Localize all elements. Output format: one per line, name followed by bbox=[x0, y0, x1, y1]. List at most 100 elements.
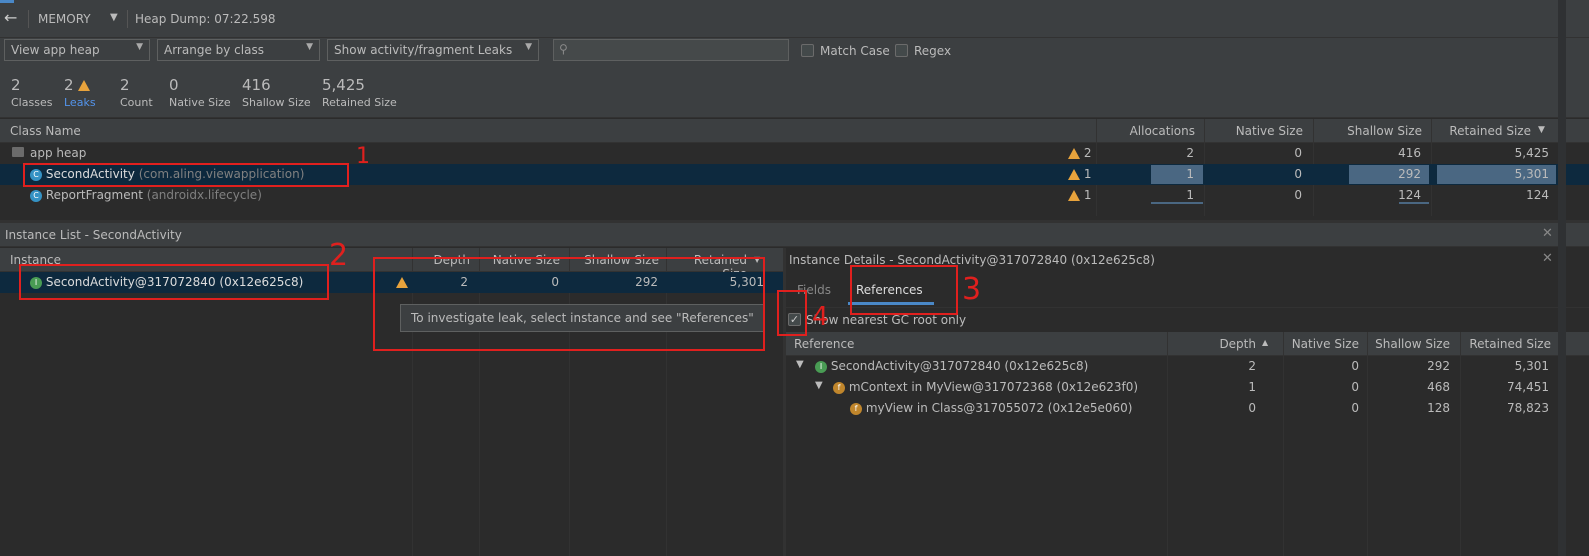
stat-leaks[interactable]: 2 Leaks bbox=[64, 76, 96, 109]
class-row-app-heap[interactable]: app heap 2 2 0 416 5,425 bbox=[0, 143, 1589, 164]
col-allocations[interactable]: Allocations bbox=[1100, 124, 1195, 138]
divider bbox=[127, 10, 128, 28]
col-retained-size[interactable]: Retained Size bbox=[1435, 124, 1531, 138]
heap-dump-label: Heap Dump: 07:22.598 bbox=[135, 12, 276, 26]
stat-value: 2 bbox=[64, 76, 74, 94]
gc-root-label: Show nearest GC root only bbox=[806, 313, 967, 327]
stat-retained-size: 5,425 Retained Size bbox=[322, 76, 397, 109]
native-size: 0 bbox=[1294, 167, 1302, 181]
stat-value: 2 bbox=[11, 76, 21, 94]
annotation-box bbox=[850, 265, 958, 315]
chevron-down-icon: ▼ bbox=[136, 42, 143, 52]
retained-size: 5,301 bbox=[1514, 167, 1549, 181]
sort-asc-icon[interactable]: ▲ bbox=[1262, 338, 1268, 347]
annotation-box bbox=[19, 264, 329, 300]
warning-icon bbox=[78, 80, 91, 91]
shallow-size: 416 bbox=[1398, 146, 1421, 160]
col-shallow-size[interactable]: Shallow Size bbox=[1317, 124, 1422, 138]
annotation-number: 1 bbox=[356, 144, 370, 169]
retained-size: 124 bbox=[1526, 188, 1549, 202]
leaks-select-value: Show activity/fragment Leaks bbox=[334, 43, 513, 57]
col-retained-size[interactable]: Retained Size bbox=[1464, 337, 1551, 351]
instance-details-title: Instance Details - SecondActivity@317072… bbox=[789, 253, 1155, 267]
arrange-select-value: Arrange by class bbox=[164, 43, 264, 57]
back-arrow-icon[interactable]: ← bbox=[4, 8, 22, 28]
annotation-number: 4 bbox=[812, 302, 829, 332]
divider bbox=[28, 10, 29, 28]
annotation-box bbox=[373, 257, 765, 351]
col-depth[interactable]: Depth bbox=[1171, 337, 1256, 351]
scrollbar[interactable] bbox=[1558, 0, 1566, 556]
retained-size: 5,301 bbox=[1514, 359, 1549, 373]
allocations: 2 bbox=[1186, 146, 1194, 160]
reference-row[interactable]: ▼ f mContext in MyView@317072368 (0x12e6… bbox=[786, 377, 1589, 398]
retained-size: 78,823 bbox=[1507, 401, 1549, 415]
reference-row[interactable]: ▼ I SecondActivity@317072840 (0x12e625c8… bbox=[786, 356, 1589, 377]
annotation-box bbox=[23, 163, 349, 187]
leak-count: 1 bbox=[1083, 167, 1092, 181]
field-icon: f bbox=[833, 381, 845, 394]
leak-count: 1 bbox=[1083, 188, 1092, 202]
class-name: ReportFragment bbox=[45, 188, 143, 202]
close-icon[interactable]: ✕ bbox=[1542, 226, 1553, 241]
regex-checkbox[interactable] bbox=[895, 44, 908, 57]
chevron-down-icon: ▼ bbox=[306, 42, 313, 52]
col-shallow-size[interactable]: Shallow Size bbox=[1371, 337, 1450, 351]
stat-label: Count bbox=[120, 96, 153, 109]
native-size: 0 bbox=[1351, 401, 1359, 415]
stat-classes: 2 Classes bbox=[11, 76, 52, 109]
leak-count: 2 bbox=[1083, 146, 1092, 160]
warning-icon bbox=[1068, 190, 1080, 201]
shallow-size: 128 bbox=[1427, 401, 1450, 415]
chevron-down-icon: ▼ bbox=[525, 42, 532, 52]
heap-select[interactable]: View app heap ▼ bbox=[4, 39, 150, 61]
warning-icon bbox=[1068, 148, 1080, 159]
profiler-selector[interactable]: MEMORY bbox=[38, 12, 91, 26]
stat-shallow-size: 416 Shallow Size bbox=[242, 76, 311, 109]
retained-size: 5,425 bbox=[1514, 146, 1549, 160]
instance-list-titlebar bbox=[0, 223, 1589, 247]
toolbar-accent bbox=[0, 0, 14, 3]
reference-row[interactable]: f myView in Class@317055072 (0x12e5e060)… bbox=[786, 398, 1589, 419]
expand-arrow-icon[interactable]: ▼ bbox=[796, 359, 804, 370]
search-input[interactable]: ⚲ bbox=[553, 39, 789, 61]
col-class-name[interactable]: Class Name bbox=[10, 124, 81, 138]
native-size: 0 bbox=[1351, 359, 1359, 373]
shallow-size: 292 bbox=[1398, 167, 1421, 181]
annotation-box bbox=[777, 290, 807, 336]
allocations: 1 bbox=[1186, 188, 1194, 202]
reference-name: SecondActivity@317072840 (0x12e625c8) bbox=[830, 359, 1089, 373]
heap-select-value: View app heap bbox=[11, 43, 100, 57]
class-name: app heap bbox=[30, 146, 87, 160]
col-native-size[interactable]: Native Size bbox=[1208, 124, 1303, 138]
package-name: (androidx.lifecycle) bbox=[146, 188, 262, 202]
match-case-label: Match Case bbox=[820, 44, 890, 58]
arrange-select[interactable]: Arrange by class ▼ bbox=[157, 39, 320, 61]
close-icon[interactable]: ✕ bbox=[1542, 251, 1553, 266]
warning-icon bbox=[1068, 169, 1080, 180]
instance-list-title: Instance List - SecondActivity bbox=[5, 228, 182, 242]
shallow-size: 124 bbox=[1398, 188, 1421, 202]
stat-label: Retained Size bbox=[322, 96, 397, 109]
expand-arrow-icon[interactable]: ▼ bbox=[815, 380, 823, 391]
stat-value: 2 bbox=[120, 76, 130, 94]
depth: 0 bbox=[1248, 401, 1256, 415]
col-reference[interactable]: Reference bbox=[794, 337, 854, 351]
annotation-number: 3 bbox=[962, 272, 982, 307]
annotation-number: 2 bbox=[329, 238, 349, 273]
sort-desc-icon[interactable]: ▼ bbox=[1538, 125, 1545, 135]
stat-label: Classes bbox=[11, 96, 53, 109]
shallow-size: 292 bbox=[1427, 359, 1450, 373]
col-native-size[interactable]: Native Size bbox=[1287, 337, 1359, 351]
field-icon: f bbox=[850, 402, 862, 415]
leaks-select[interactable]: Show activity/fragment Leaks ▼ bbox=[327, 39, 539, 61]
chevron-down-icon[interactable]: ▼ bbox=[110, 12, 118, 23]
retained-size: 74,451 bbox=[1507, 380, 1549, 394]
match-case-checkbox[interactable] bbox=[801, 44, 814, 57]
class-row-reportfragment[interactable]: C ReportFragment (androidx.lifecycle) 1 … bbox=[0, 185, 1589, 206]
depth: 1 bbox=[1248, 380, 1256, 394]
shallow-size: 468 bbox=[1427, 380, 1450, 394]
native-size: 0 bbox=[1351, 380, 1359, 394]
shallow-bar bbox=[1399, 202, 1429, 204]
native-size: 0 bbox=[1294, 146, 1302, 160]
